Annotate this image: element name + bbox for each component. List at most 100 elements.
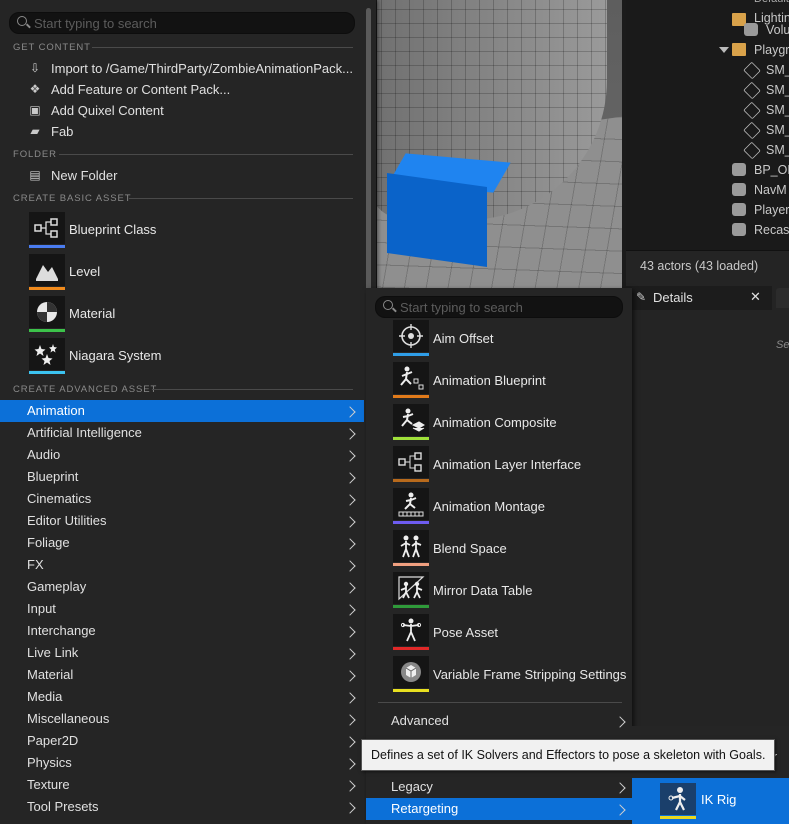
category-label: Material (27, 667, 74, 682)
category-paper2d[interactable]: Paper2D (0, 730, 364, 752)
category-label: Interchange (27, 623, 96, 638)
submenu-retargeting[interactable]: Retargeting (366, 798, 632, 820)
outliner-row[interactable]: NavM (626, 180, 789, 200)
category-physics[interactable]: Physics (0, 752, 364, 774)
chevron-right-icon (344, 560, 356, 572)
expand-arrow-icon[interactable] (719, 47, 729, 53)
static-mesh-icon (743, 81, 761, 100)
outliner-row[interactable]: SM_ (626, 100, 789, 120)
actor-count-label: 43 actors (43 loaded) (640, 259, 759, 273)
menu-item-add-feature-pack[interactable]: ❖ Add Feature or Content Pack... (0, 79, 364, 100)
outliner-row-label: SM_ (766, 103, 789, 117)
asset-item-pose-asset[interactable]: Pose Asset (391, 612, 631, 654)
menu-item-add-quixel[interactable]: ▣ Add Quixel Content (0, 100, 364, 121)
animation-search-input[interactable] (400, 297, 597, 317)
static-mesh-icon (743, 61, 761, 80)
asset-item-material[interactable]: Material (0, 293, 364, 335)
asset-item-aim-offset[interactable]: Aim Offset (391, 318, 631, 360)
level-viewport[interactable] (377, 0, 622, 290)
category-blueprint[interactable]: Blueprint (0, 466, 364, 488)
chevron-right-icon (344, 670, 356, 682)
category-miscellaneous[interactable]: Miscellaneous (0, 708, 364, 730)
submenu-advanced[interactable]: Advanced (366, 710, 632, 732)
category-label: Artificial Intelligence (27, 425, 142, 440)
tab-details[interactable]: ✎ Details ✕ (632, 286, 772, 310)
chevron-right-icon (344, 516, 356, 528)
category-animation[interactable]: Animation (0, 400, 364, 422)
asset-item-animation-layer-interface[interactable]: Animation Layer Interface (391, 444, 631, 486)
category-material[interactable]: Material (0, 664, 364, 686)
mirror-data-table-icon (393, 572, 429, 608)
outliner-row-label: SM_ (766, 63, 789, 77)
player-start-icon (732, 203, 746, 216)
ik-rig-icon (660, 783, 696, 819)
world-outliner: Default LightinVoluPlaygrSM_SM_SM_SM_SM_… (626, 0, 789, 285)
outliner-row[interactable]: BP_OE (626, 160, 789, 180)
main-search-box[interactable] (9, 12, 355, 34)
content-browser-add-menu: GET CONTENT ⇩ Import to /Game/ThirdParty… (0, 0, 376, 824)
chevron-right-icon (344, 780, 356, 792)
outliner-row[interactable]: SM_ (626, 60, 789, 80)
asset-item-animation-composite[interactable]: Animation Composite (391, 402, 631, 444)
variable-frame-stripping-icon (393, 656, 429, 692)
chevron-right-icon (344, 538, 356, 550)
category-tool-presets[interactable]: Tool Presets (0, 796, 364, 818)
recast-icon (732, 223, 746, 236)
category-fx[interactable]: FX (0, 554, 364, 576)
asset-item-animation-montage[interactable]: Animation Montage (391, 486, 631, 528)
category-foliage[interactable]: Foliage (0, 532, 364, 554)
category-input[interactable]: Input (0, 598, 364, 620)
category-interchange[interactable]: Interchange (0, 620, 364, 642)
chevron-right-icon (344, 692, 356, 704)
asset-item-animation-blueprint[interactable]: Animation Blueprint (391, 360, 631, 402)
category-live-link[interactable]: Live Link (0, 642, 364, 664)
animation-search-box[interactable] (375, 296, 623, 318)
asset-item-level[interactable]: Level (0, 251, 364, 293)
category-label: Texture (27, 777, 70, 792)
category-media[interactable]: Media (0, 686, 364, 708)
close-icon[interactable]: ✕ (750, 289, 761, 305)
category-label: Blueprint (27, 469, 79, 484)
asset-item-variable-frame-stripping-settings[interactable]: Variable Frame Stripping Settings (391, 654, 631, 696)
outliner-row-label: Recas (754, 223, 789, 237)
asset-item-mirror-data-table[interactable]: Mirror Data Table (391, 570, 631, 612)
chevron-right-icon (614, 716, 626, 728)
quixel-icon: ▣ (29, 103, 41, 117)
outliner-row-label: SM_ (766, 143, 789, 157)
outliner-row[interactable]: Playgr (626, 40, 789, 60)
menu-item-import[interactable]: ⇩ Import to /Game/ThirdParty/ZombieAnima… (0, 58, 364, 79)
asset-item-ik-rig[interactable]: IK Rig (632, 778, 789, 824)
tab-secondary[interactable] (776, 288, 789, 308)
main-search-input[interactable] (34, 13, 310, 33)
asset-item-niagara-system[interactable]: Niagara System (0, 335, 364, 377)
blueprint-icon (29, 212, 65, 248)
chevron-right-icon (344, 582, 356, 594)
category-audio[interactable]: Audio (0, 444, 364, 466)
details-panel: ✎ Details ✕ Se (632, 286, 789, 726)
category-label: Gameplay (27, 579, 87, 594)
menu-item-new-folder[interactable]: ▤ New Folder (0, 165, 364, 186)
outliner-row-label: Player (754, 203, 789, 217)
asset-item-blend-space[interactable]: Blend Space (391, 528, 631, 570)
category-gameplay[interactable]: Gameplay (0, 576, 364, 598)
outliner-row[interactable]: SM_ (626, 140, 789, 160)
category-label: Media (27, 689, 63, 704)
menu-item-fab[interactable]: ▰ Fab (0, 121, 364, 142)
category-artificial-intelligence[interactable]: Artificial Intelligence (0, 422, 364, 444)
outliner-row[interactable]: SM_ (626, 120, 789, 140)
outliner-row[interactable]: Volu (626, 20, 789, 40)
outliner-row[interactable]: SM_ (626, 80, 789, 100)
category-editor-utilities[interactable]: Editor Utilities (0, 510, 364, 532)
niagara-icon (29, 338, 65, 374)
category-cinematics[interactable]: Cinematics (0, 488, 364, 510)
outliner-row[interactable]: Player (626, 200, 789, 220)
details-search-hint: Se (776, 339, 789, 351)
outliner-actor-count: 43 actors (43 loaded) (626, 250, 789, 286)
submenu-legacy[interactable]: Legacy (366, 776, 632, 798)
category-texture[interactable]: Texture (0, 774, 364, 796)
category-label: Miscellaneous (27, 711, 110, 726)
category-label: Live Link (27, 645, 79, 660)
outliner-row[interactable]: Recas (626, 220, 789, 240)
asset-item-label: Blend Space (433, 541, 507, 556)
asset-item-blueprint-class[interactable]: Blueprint Class (0, 209, 364, 251)
